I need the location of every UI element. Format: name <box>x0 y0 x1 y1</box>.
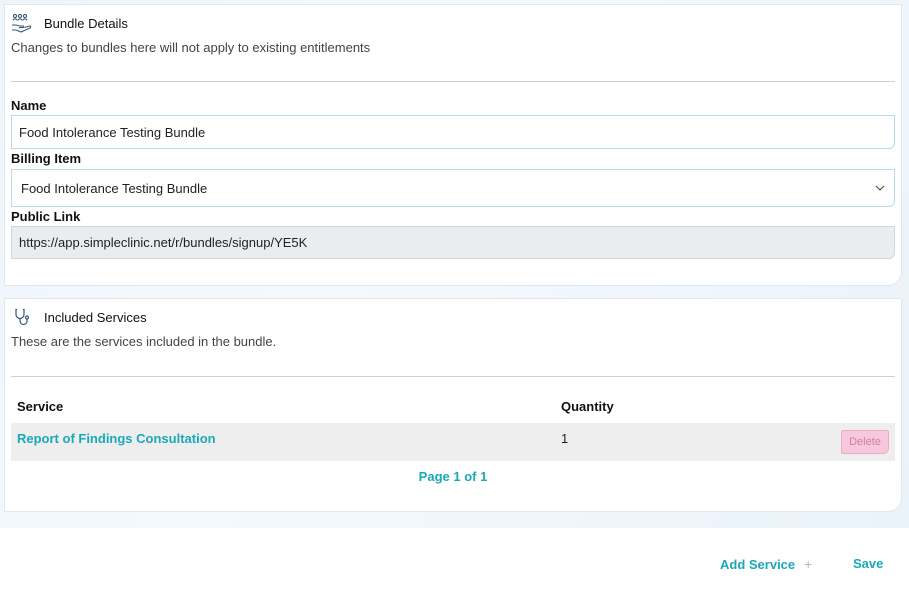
divider <box>11 376 895 377</box>
pagination: Page 1 of 1 <box>418 469 488 484</box>
bundle-details-title: Bundle Details <box>44 15 128 31</box>
plus-icon: + <box>804 556 813 572</box>
hand-holding-people-icon <box>11 13 33 33</box>
name-input[interactable]: Food Intolerance Testing Bundle <box>11 115 895 149</box>
save-button[interactable]: Save <box>853 556 883 571</box>
included-services-title: Included Services <box>44 309 147 325</box>
public-link-field[interactable]: https://app.simpleclinic.net/r/bundles/s… <box>11 226 895 259</box>
bundle-details-subtitle: Changes to bundles here will not apply t… <box>11 40 371 55</box>
included-services-subtitle: These are the services included in the b… <box>11 334 277 349</box>
divider <box>11 81 895 82</box>
add-service-label: Add Service <box>720 556 796 572</box>
name-label: Name <box>11 98 47 113</box>
column-header-service: Service <box>17 399 64 414</box>
stethoscope-icon <box>11 307 33 327</box>
billing-item-select[interactable]: Food Intolerance Testing Bundle <box>11 169 895 207</box>
column-header-quantity: Quantity <box>561 399 614 414</box>
billing-item-value: Food Intolerance Testing Bundle <box>21 180 208 196</box>
billing-item-label: Billing Item <box>11 151 82 166</box>
table-row: Report of Findings Consultation 1 Delete <box>11 423 895 461</box>
bundle-details-card: Bundle Details Changes to bundles here w… <box>4 4 902 286</box>
delete-button[interactable]: Delete <box>841 430 889 454</box>
add-service-button[interactable]: Add Service + <box>720 556 812 572</box>
name-input-value: Food Intolerance Testing Bundle <box>19 124 206 140</box>
public-link-value: https://app.simpleclinic.net/r/bundles/s… <box>19 235 308 250</box>
included-services-card: Included Services These are the services… <box>4 298 902 512</box>
quantity-value: 1 <box>561 431 569 446</box>
included-services-header: Included Services <box>11 307 147 327</box>
bundle-details-header: Bundle Details <box>11 13 128 33</box>
chevron-down-icon <box>874 182 886 194</box>
service-link[interactable]: Report of Findings Consultation <box>17 431 216 446</box>
public-link-label: Public Link <box>11 209 81 224</box>
